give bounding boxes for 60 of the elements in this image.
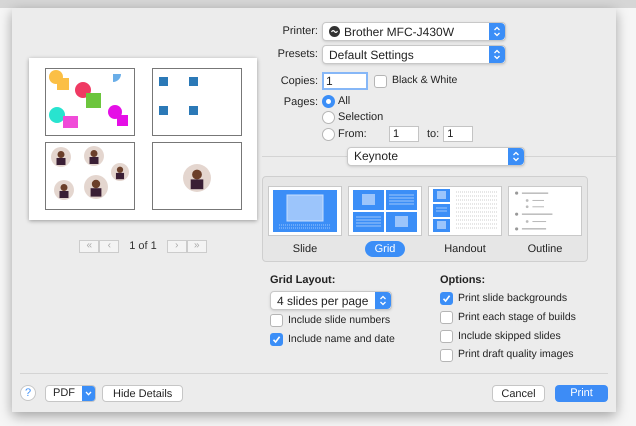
outline-layout-icon <box>514 190 554 230</box>
checkbox[interactable] <box>440 330 453 343</box>
checkbox[interactable] <box>440 348 453 362</box>
printer-popup[interactable]: Brother MFC-J430W <box>322 22 506 41</box>
layout-thumbnail[interactable] <box>508 186 582 236</box>
layout-option[interactable]: Handout <box>434 240 496 257</box>
checkbox-label: Include skipped slides <box>458 328 561 344</box>
checkbox[interactable] <box>374 74 387 88</box>
pages-label: Pages: <box>282 95 318 110</box>
stepper-icon <box>489 23 505 40</box>
checkbox[interactable] <box>440 292 453 306</box>
grid-layout-icon <box>353 190 417 232</box>
checkbox-label: Print slide backgrounds <box>458 291 568 306</box>
handout-layout-icon <box>433 188 497 232</box>
checkbox[interactable] <box>440 311 453 324</box>
popup-value: Brother MFC-J430W <box>344 24 454 40</box>
to-label: to: <box>427 127 440 142</box>
app-settings-popup[interactable]: Keynote <box>347 146 525 166</box>
popup-value: Keynote <box>354 148 398 165</box>
checkbox-label: Black & White <box>392 73 458 88</box>
checkbox[interactable] <box>270 314 283 328</box>
presets-popup[interactable]: Default Settings <box>322 45 506 64</box>
radio-label: From: <box>338 126 368 142</box>
grid-layout-heading: Grid Layout: <box>270 272 336 288</box>
layout-option[interactable]: Outline <box>518 240 572 257</box>
page-counter: 1 of 1 <box>129 239 157 254</box>
to-page-field[interactable]: 1 <box>443 126 474 142</box>
checkbox-label: Include name and date <box>288 332 395 347</box>
single-slide-icon <box>273 190 337 232</box>
layout-thumbnail[interactable] <box>268 186 342 236</box>
hide-details-button[interactable]: Hide Details <box>102 384 184 402</box>
printer-status-icon <box>329 26 340 37</box>
radio-button[interactable] <box>322 111 335 124</box>
copies-label: Copies: <box>280 74 318 89</box>
radio-label: Selection <box>338 110 384 125</box>
stepper-icon <box>489 46 505 63</box>
checkbox-label: Print each stage of builds <box>458 310 576 325</box>
dropdown-caret-icon <box>82 386 95 400</box>
copies-field[interactable]: 1 <box>322 72 368 90</box>
popup-value: Default Settings <box>329 46 414 64</box>
printer-label: Printer: <box>282 24 318 40</box>
stepper-icon <box>375 292 391 309</box>
pdf-label: PDF <box>52 386 76 401</box>
layout-thumbnail[interactable] <box>348 186 422 236</box>
checkbox-label: Print draft quality images <box>458 347 574 362</box>
checkbox-label: Include slide numbers <box>288 313 390 328</box>
radio-label: All <box>338 94 352 109</box>
presets-label: Presets: <box>276 47 318 62</box>
pdf-menu-button[interactable]: PDF <box>45 384 96 402</box>
layout-option[interactable]: Slide <box>282 240 328 257</box>
from-page-field[interactable]: 1 <box>389 126 419 142</box>
checkbox[interactable] <box>270 333 283 346</box>
radio-button[interactable] <box>322 95 335 108</box>
options-heading: Options: <box>440 272 486 288</box>
radio-button[interactable] <box>322 128 335 141</box>
stepper-icon <box>508 148 524 164</box>
slides-per-page-popup[interactable]: 4 slides per page <box>270 291 392 310</box>
layout-thumbnail[interactable] <box>428 186 502 236</box>
cancel-button[interactable]: Cancel <box>492 384 545 402</box>
popup-value: 4 slides per page <box>277 292 368 310</box>
